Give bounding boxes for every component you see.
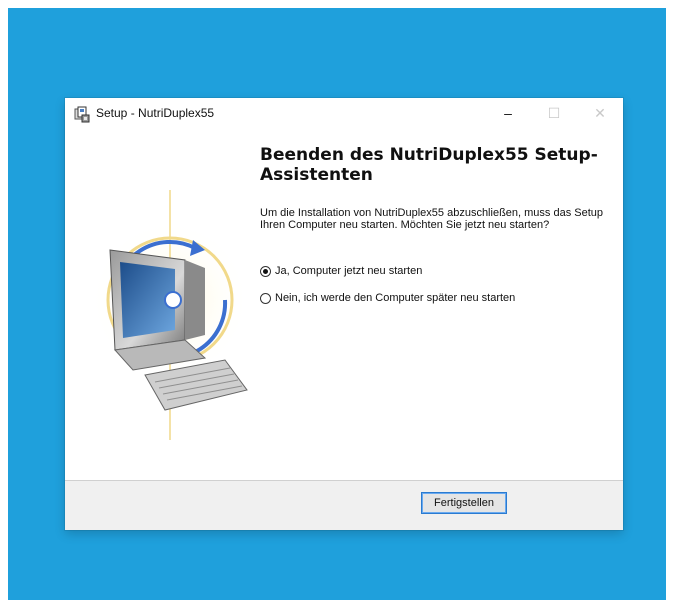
minimize-button[interactable]: – (485, 98, 531, 128)
computer-wizard-graphic (75, 190, 255, 440)
close-button[interactable]: ✕ (577, 98, 623, 128)
radio-button-selected[interactable] (260, 265, 271, 277)
page-description: Um die Installation von NutriDuplex55 ab… (260, 207, 604, 231)
button-bar: Fertigstellen (65, 481, 623, 530)
desktop-background: Setup - NutriDuplex55 – ☐ ✕ Beenden des … (8, 8, 666, 600)
radio-button-unselected[interactable] (260, 292, 271, 304)
maximize-button[interactable]: ☐ (531, 98, 577, 128)
window-title: Setup - NutriDuplex55 (96, 106, 215, 120)
wizard-content: Beenden des NutriDuplex55 Setup-Assisten… (65, 130, 623, 480)
option-label: Nein, ich werde den Computer später neu … (275, 292, 516, 304)
setup-window: Setup - NutriDuplex55 – ☐ ✕ Beenden des … (65, 98, 623, 530)
option-restart-now[interactable]: Ja, Computer jetzt neu starten (260, 265, 422, 277)
option-restart-later[interactable]: Nein, ich werde den Computer später neu … (260, 292, 515, 304)
page-title: Beenden des NutriDuplex55 Setup-Assisten… (260, 145, 598, 185)
setup-installer-icon (73, 106, 91, 124)
option-label: Ja, Computer jetzt neu starten (275, 265, 423, 277)
finish-button[interactable]: Fertigstellen (421, 492, 507, 514)
title-bar[interactable]: Setup - NutriDuplex55 – ☐ ✕ (65, 98, 623, 130)
